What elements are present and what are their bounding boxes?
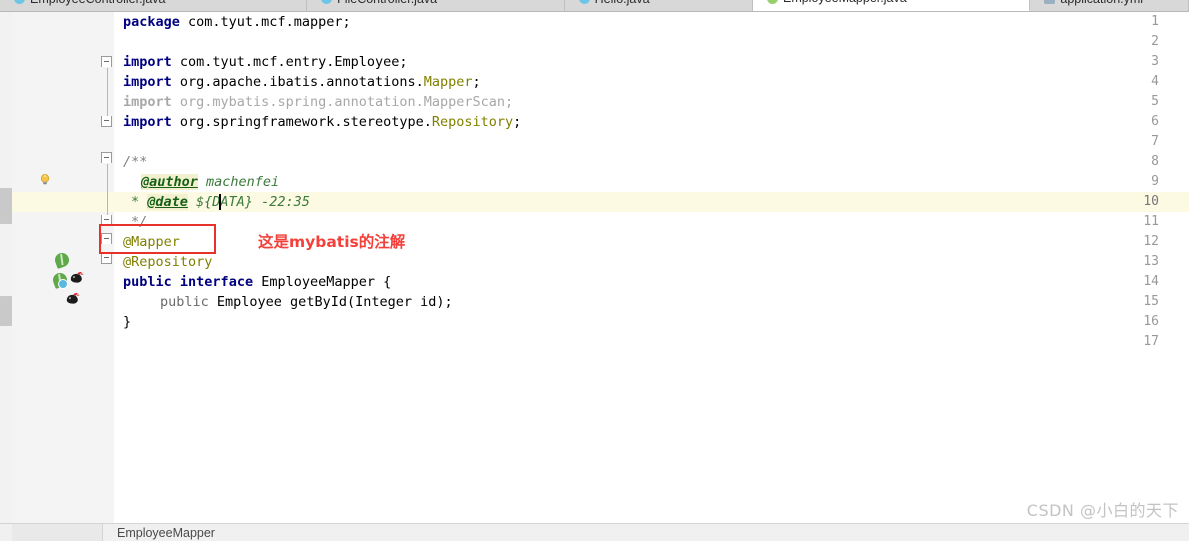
java-class-icon (578, 0, 590, 4)
import-repository-pkg: org.springframework.stereotype. (171, 114, 432, 130)
javadoc-date-post: DATA} -22:35 (212, 194, 310, 210)
fold-connector-javadoc (107, 164, 108, 222)
code-line-9[interactable]: @author machenfei (141, 172, 279, 192)
tab-employee-mapper[interactable]: EmployeeMapper.java (752, 0, 1031, 11)
annotation-note-text: 这是mybatis的注解 (258, 233, 406, 251)
fold-marker-javadoc-start[interactable] (101, 152, 112, 163)
lightbulb-intention-icon[interactable] (39, 173, 51, 186)
annotation-highlight-box (99, 224, 216, 254)
breadcrumb-gutter-cell (12, 524, 103, 541)
tab-label: EmployeeController.java (30, 0, 166, 6)
kw-import-unused: import (123, 94, 172, 110)
import-mapper-pkg: org.apache.ibatis.annotations. (171, 74, 424, 90)
code-editor[interactable]: package com.tyut.mcf.mapper; import com.… (12, 12, 1189, 523)
tab-label: FileController.java (337, 0, 437, 6)
marker-thumb-lower[interactable] (0, 296, 12, 326)
breadcrumb-bar: EmployeeMapper (0, 523, 1189, 541)
import-employee: com.tyut.mcf.entry.Employee; (171, 54, 408, 70)
fold-marker-imports-end[interactable] (101, 116, 112, 127)
line-number: 5 (1151, 94, 1159, 109)
interface-name: EmployeeMapper { (253, 274, 392, 290)
tab-label: EmployeeMapper.java (783, 0, 907, 5)
javadoc-tag-date: @date (147, 194, 188, 210)
line-number: 15 (1143, 294, 1159, 309)
java-class-icon (14, 0, 25, 4)
semicolon: ; (513, 114, 522, 130)
line-number-current: 10 (1143, 194, 1159, 209)
package-name: com.tyut.mcf.mapper; (179, 14, 351, 30)
closing-brace: } (123, 314, 132, 330)
kw-import: import (123, 74, 172, 90)
code-line-5[interactable]: import org.mybatis.spring.annotation.Map… (123, 92, 513, 112)
line-number: 9 (1151, 174, 1159, 189)
javadoc-open: /** (123, 154, 148, 170)
line-number: 2 (1151, 34, 1159, 49)
code-line-14[interactable]: public interface EmployeeMapper { (123, 272, 391, 292)
code-line-13[interactable]: @Repository (123, 252, 212, 272)
idea-editor-window: EmployeeController.java FileController.j… (0, 0, 1189, 541)
kw-package: package (123, 14, 180, 30)
line-number: 3 (1151, 54, 1159, 69)
text-caret (219, 194, 221, 210)
line-number: 14 (1143, 274, 1159, 289)
line-number: 11 (1143, 214, 1159, 229)
spring-bean-blue-icon[interactable] (51, 271, 69, 289)
line-number: 8 (1151, 154, 1159, 169)
import-repository-type: Repository (431, 114, 514, 130)
code-line-1[interactable]: package com.tyut.mcf.mapper; (123, 12, 351, 32)
java-class-icon (321, 0, 333, 4)
code-line-16[interactable]: } (123, 312, 131, 332)
java-interface-icon (766, 0, 778, 4)
line-number: 4 (1151, 74, 1159, 89)
kw-import: import (123, 114, 172, 130)
tab-application-yml[interactable]: application.yml (1030, 0, 1189, 11)
annotation-repository: @Repository (123, 254, 213, 270)
breadcrumb-path[interactable]: EmployeeMapper (117, 526, 215, 540)
line-number: 12 (1143, 234, 1159, 249)
line-number: 6 (1151, 114, 1159, 129)
semicolon: ; (472, 74, 481, 90)
marker-thumb-upper[interactable] (0, 188, 12, 224)
kw-public: public (123, 274, 172, 290)
fold-marker-imports-start[interactable] (101, 56, 112, 67)
properties-file-icon (1044, 0, 1056, 4)
tab-file-controller[interactable]: FileController.java (307, 0, 565, 11)
line-number: 17 (1143, 334, 1159, 349)
code-text-area[interactable]: package com.tyut.mcf.mapper; import com.… (12, 12, 1189, 523)
line-number: 16 (1143, 314, 1159, 329)
import-mapperscan-unused: org.mybatis.spring.annotation.MapperScan… (171, 94, 514, 110)
javadoc-tag-author: @author (141, 174, 198, 190)
fold-marker-annotations-end[interactable] (101, 253, 112, 264)
mybatis-statement-nav-icon[interactable] (65, 292, 80, 305)
javadoc-date-pre: ${ (187, 194, 213, 210)
spring-bean-icon[interactable] (53, 251, 71, 269)
mybatis-mapper-nav-icon[interactable] (69, 271, 84, 284)
code-line-6[interactable]: import org.springframework.stereotype.Re… (123, 112, 521, 132)
line-number: 1 (1151, 14, 1159, 29)
kw-interface: interface (179, 274, 254, 290)
csdn-watermark: CSDN @小白的天下 (1026, 501, 1179, 520)
kw-import: import (123, 54, 172, 70)
tab-hello[interactable]: Hello.java (564, 0, 753, 11)
kw-public-method: public (160, 294, 209, 310)
javadoc-author-value: machenfei (197, 174, 280, 190)
code-line-3[interactable]: import com.tyut.mcf.entry.Employee; (123, 52, 407, 72)
code-line-15[interactable]: public Employee getById(Integer id); (160, 292, 453, 312)
tab-label: application.yml (1060, 0, 1143, 6)
code-line-8[interactable]: /** (123, 152, 147, 172)
line-number: 7 (1151, 134, 1159, 149)
method-signature: Employee getById(Integer id); (208, 294, 453, 310)
import-mapper-type: Mapper (423, 74, 473, 90)
line-number: 13 (1143, 254, 1159, 269)
code-line-4[interactable]: import org.apache.ibatis.annotations.Map… (123, 72, 481, 92)
javadoc-star: * (131, 194, 148, 210)
editor-tab-strip: EmployeeController.java FileController.j… (0, 0, 1189, 12)
tab-label: Hello.java (595, 0, 650, 6)
tab-employee-controller[interactable]: EmployeeController.java (0, 0, 308, 11)
